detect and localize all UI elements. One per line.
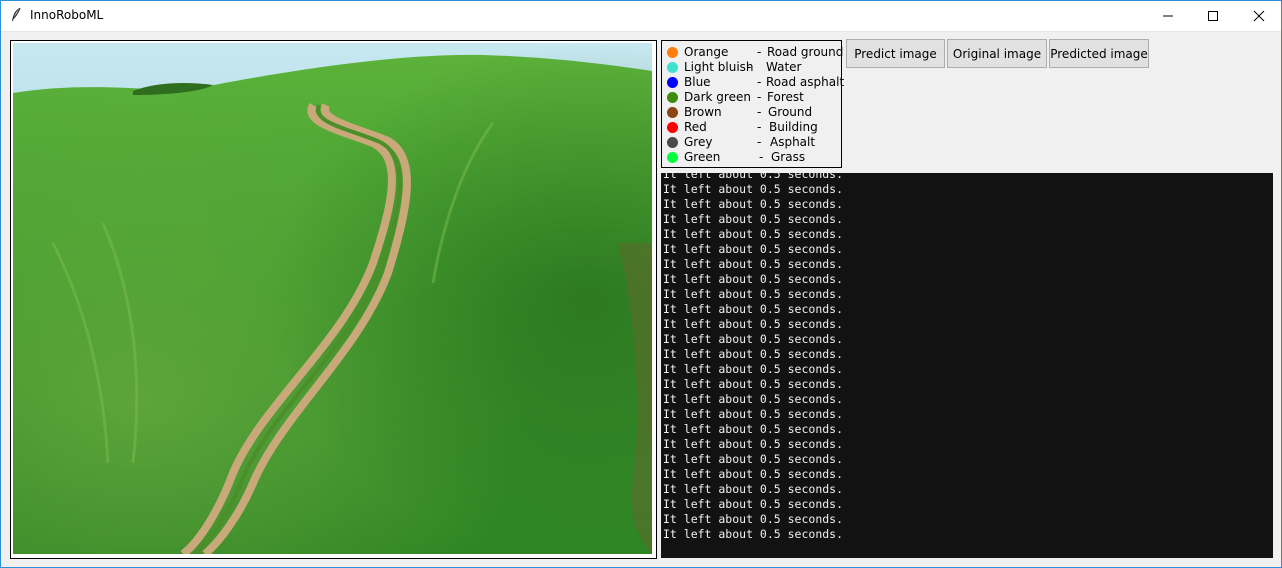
console-line: It left about 0.5 seconds. bbox=[663, 173, 844, 181]
original-image-button[interactable]: Original image bbox=[947, 39, 1047, 68]
legend-row: Grey - Asphalt bbox=[662, 135, 841, 150]
legend-separator: - bbox=[757, 135, 762, 149]
legend-class-name: Building bbox=[769, 120, 818, 134]
legend-separator: - bbox=[747, 60, 752, 74]
console-line: It left about 0.5 seconds. bbox=[663, 407, 844, 421]
legend-separator: - bbox=[757, 90, 762, 104]
console-line: It left about 0.5 seconds. bbox=[663, 272, 844, 286]
console-line: It left about 0.5 seconds. bbox=[663, 377, 844, 391]
maximize-button[interactable] bbox=[1190, 0, 1236, 31]
title-bar: InnoRoboML bbox=[0, 0, 1282, 32]
console-line: It left about 0.5 seconds. bbox=[663, 182, 844, 196]
legend-color-name: Light bluish bbox=[684, 60, 754, 74]
console-line: It left about 0.5 seconds. bbox=[663, 422, 844, 436]
console-line: It left about 0.5 seconds. bbox=[663, 482, 844, 496]
minimize-icon bbox=[1163, 15, 1173, 16]
console-line: It left about 0.5 seconds. bbox=[663, 527, 844, 541]
color-swatch bbox=[667, 62, 678, 73]
console-line: It left about 0.5 seconds. bbox=[663, 392, 844, 406]
legend-color-name: Orange bbox=[684, 45, 729, 59]
predicted-image-button[interactable]: Predicted image bbox=[1049, 39, 1149, 68]
legend-color-name: Grey bbox=[684, 135, 713, 149]
console-line: It left about 0.5 seconds. bbox=[663, 317, 844, 331]
legend-separator: - bbox=[757, 105, 762, 119]
console-line: It left about 0.5 seconds. bbox=[663, 452, 844, 466]
legend-color-name: Red bbox=[684, 120, 707, 134]
legend-class-name: Grass bbox=[771, 150, 806, 164]
console-line: It left about 0.5 seconds. bbox=[663, 437, 844, 451]
image-panel bbox=[10, 40, 657, 559]
close-button[interactable] bbox=[1236, 0, 1282, 31]
color-swatch bbox=[667, 137, 678, 148]
color-swatch bbox=[667, 47, 678, 58]
console-line: It left about 0.5 seconds. bbox=[663, 287, 844, 301]
color-swatch bbox=[667, 77, 678, 88]
legend-class-name: Road asphalt bbox=[766, 75, 845, 89]
console-line: It left about 0.5 seconds. bbox=[663, 347, 844, 361]
legend-separator: - bbox=[757, 75, 762, 89]
legend-separator: - bbox=[759, 150, 764, 164]
console-line: It left about 0.5 seconds. bbox=[663, 257, 844, 271]
legend-class-name: Road ground bbox=[767, 45, 844, 59]
console-line: It left about 0.5 seconds. bbox=[663, 302, 844, 316]
legend-row: Dark green - Forest bbox=[662, 90, 841, 105]
console-line: It left about 0.5 seconds. bbox=[663, 362, 844, 376]
color-swatch bbox=[667, 92, 678, 103]
feather-icon[interactable] bbox=[9, 7, 23, 23]
console-line: It left about 0.5 seconds. bbox=[663, 512, 844, 526]
legend-class-name: Asphalt bbox=[770, 135, 816, 149]
console-line: It left about 0.5 seconds. bbox=[663, 497, 844, 511]
console-line: It left about 0.5 seconds. bbox=[663, 212, 844, 226]
predict-image-button[interactable]: Predict image bbox=[846, 39, 945, 68]
console-line: It left about 0.5 seconds. bbox=[663, 242, 844, 256]
console-line: It left about 0.5 seconds. bbox=[663, 227, 844, 241]
legend-row: Light bluish - Water bbox=[662, 60, 841, 75]
legend-row: Blue - Road asphalt bbox=[662, 75, 845, 90]
legend-class-name: Ground bbox=[768, 105, 813, 119]
legend-row: Red - Building bbox=[662, 120, 841, 135]
maximize-icon bbox=[1208, 10, 1218, 21]
log-console[interactable]: It left about 0.5 seconds. It left about … bbox=[661, 173, 1273, 558]
close-icon bbox=[1253, 10, 1265, 21]
legend-color-name: Blue bbox=[684, 75, 711, 89]
legend-row: Orange - Road ground bbox=[662, 45, 844, 60]
legend-row: Brown - Ground bbox=[662, 105, 841, 120]
legend-row: Green - Grass bbox=[662, 150, 841, 165]
minimize-button[interactable] bbox=[1145, 0, 1191, 31]
color-swatch bbox=[667, 107, 678, 118]
legend-color-name: Green bbox=[684, 150, 721, 164]
legend-color-name: Brown bbox=[684, 105, 722, 119]
color-swatch bbox=[667, 122, 678, 133]
legend-separator: - bbox=[757, 45, 762, 59]
console-line: It left about 0.5 seconds. bbox=[663, 197, 844, 211]
console-line: It left about 0.5 seconds. bbox=[663, 467, 844, 481]
window-title: InnoRoboML bbox=[30, 8, 104, 22]
color-legend: Orange - Road ground Light bluish - Water Blue… bbox=[661, 40, 845, 168]
color-swatch bbox=[667, 152, 678, 163]
aerial-photo bbox=[13, 43, 652, 554]
legend-class-name: Forest bbox=[767, 90, 804, 104]
legend-separator: - bbox=[757, 120, 762, 134]
legend-color-name: Dark green bbox=[684, 90, 751, 104]
console-line: It left about 0.5 seconds. bbox=[663, 332, 844, 346]
legend-class-name: Water bbox=[766, 60, 802, 74]
